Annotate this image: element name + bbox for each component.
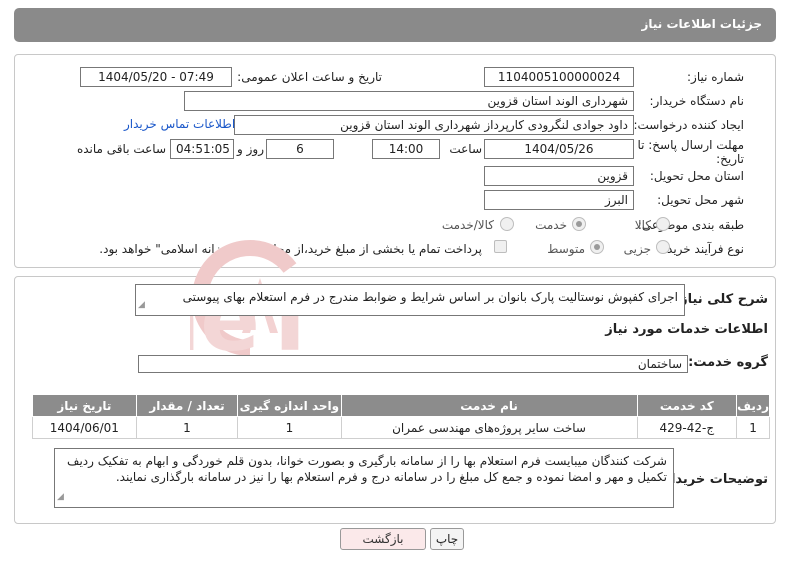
deadline-time-field: 14:00: [372, 139, 440, 159]
deadline-label-date: تاریخ:: [716, 152, 744, 166]
buyer-notes-text: شرکت کنندگان میبایست فرم استعلام بها را …: [67, 454, 667, 484]
process-type-label: نوع فرآیند خرید :: [659, 242, 744, 256]
service-group-label: گروه خدمت:: [688, 355, 768, 370]
col-header-row-number: ردیف: [736, 394, 770, 417]
resize-grip-icon[interactable]: ◢: [57, 489, 64, 505]
cell-row-number: 1: [736, 416, 770, 439]
col-header-service-name: نام خدمت: [340, 394, 638, 417]
buyer-notes-field: شرکت کنندگان میبایست فرم استعلام بها را …: [54, 448, 674, 508]
process-option-minor: جزیی: [623, 242, 651, 256]
province-label: استان محل تحویل:: [649, 169, 744, 183]
buyer-org-field: شهرداری الوند استان قزوین: [184, 91, 634, 111]
deadline-time-label: ساعت: [449, 142, 482, 156]
category-option-goods-service: کالا/خدمت: [441, 218, 494, 232]
buyer-contact-link[interactable]: اطلاعات تماس خریدار: [124, 117, 235, 131]
deadline-date-field: 1404/05/26: [484, 139, 634, 159]
remaining-days-field: 6: [266, 139, 334, 159]
city-field: البرز: [484, 190, 634, 210]
cell-need-date: 1404/06/01: [32, 416, 137, 439]
page-title-bar: جزئیات اطلاعات نیاز: [14, 8, 776, 42]
resize-grip-icon[interactable]: ◢: [138, 297, 145, 313]
cell-quantity: 1: [135, 416, 239, 439]
need-number-label: شماره نیاز:: [687, 70, 744, 84]
need-summary-label: شرح کلی نیاز:: [674, 292, 768, 307]
creator-label: ایجاد کننده درخواست:: [633, 118, 744, 132]
category-radio-goods-service[interactable]: [500, 217, 514, 231]
city-label: شهر محل تحویل:: [657, 193, 744, 207]
back-button[interactable]: بازگشت: [340, 528, 426, 550]
buyer-notes-label: توضیحات خریدار:: [658, 472, 768, 487]
cell-service-code: ج-42-429: [636, 416, 738, 439]
services-table: ردیف کد خدمت نام خدمت واحد اندازه گیری ت…: [32, 394, 770, 439]
deadline-label: مهلت ارسال پاسخ: تا: [637, 138, 744, 152]
category-option-goods: کالا: [634, 218, 651, 232]
need-summary-field: اجرای کفپوش نوستالیت پارک بانوان بر اساس…: [135, 284, 685, 316]
announce-datetime-label: تاریخ و ساعت اعلان عمومی:: [237, 70, 382, 84]
process-option-medium: متوسط: [547, 242, 585, 256]
category-option-service: خدمت: [535, 218, 567, 232]
col-header-service-code: کد خدمت: [636, 394, 738, 417]
treasury-note: پرداخت تمام یا بخشی از مبلغ خرید،از محل …: [99, 242, 482, 256]
process-radio-medium[interactable]: [590, 240, 604, 254]
province-field: قزوین: [484, 166, 634, 186]
services-table-header-row: ردیف کد خدمت نام خدمت واحد اندازه گیری ت…: [32, 394, 770, 417]
table-row: 1 ج-42-429 ساخت سایر پروژه‌های مهندسی عم…: [32, 416, 770, 439]
process-radio-minor[interactable]: [656, 240, 670, 254]
treasury-checkbox[interactable]: [494, 240, 507, 253]
cell-unit: 1: [237, 416, 342, 439]
remaining-time-field: 04:51:05: [170, 139, 234, 159]
creator-field: داود جوادی لنگرودی کارپرداز شهرداری الون…: [234, 115, 634, 135]
service-group-field: ساختمان: [138, 355, 688, 373]
cell-service-name: ساخت سایر پروژه‌های مهندسی عمران: [340, 416, 638, 439]
col-header-unit: واحد اندازه گیری: [237, 394, 342, 417]
col-header-quantity: تعداد / مقدار: [135, 394, 239, 417]
remaining-days-label: روز و: [237, 142, 264, 156]
category-radio-service[interactable]: [572, 217, 586, 231]
need-summary-text: اجرای کفپوش نوستالیت پارک بانوان بر اساس…: [182, 290, 678, 304]
print-button[interactable]: چاپ: [430, 528, 464, 550]
buyer-org-label: نام دستگاه خریدار:: [649, 94, 745, 108]
page-title: جزئیات اطلاعات نیاز: [641, 17, 762, 31]
category-radio-goods[interactable]: [656, 217, 670, 231]
services-heading: اطلاعات خدمات مورد نیاز: [605, 322, 768, 337]
col-header-need-date: تاریخ نیاز: [32, 394, 137, 417]
remaining-time-label: ساعت باقی مانده: [76, 142, 166, 156]
category-label: طبقه بندی موضوعی:: [637, 218, 744, 232]
need-number-field: 1104005100000024: [484, 67, 634, 87]
announce-datetime-field: 1404/05/20 - 07:49: [80, 67, 232, 87]
